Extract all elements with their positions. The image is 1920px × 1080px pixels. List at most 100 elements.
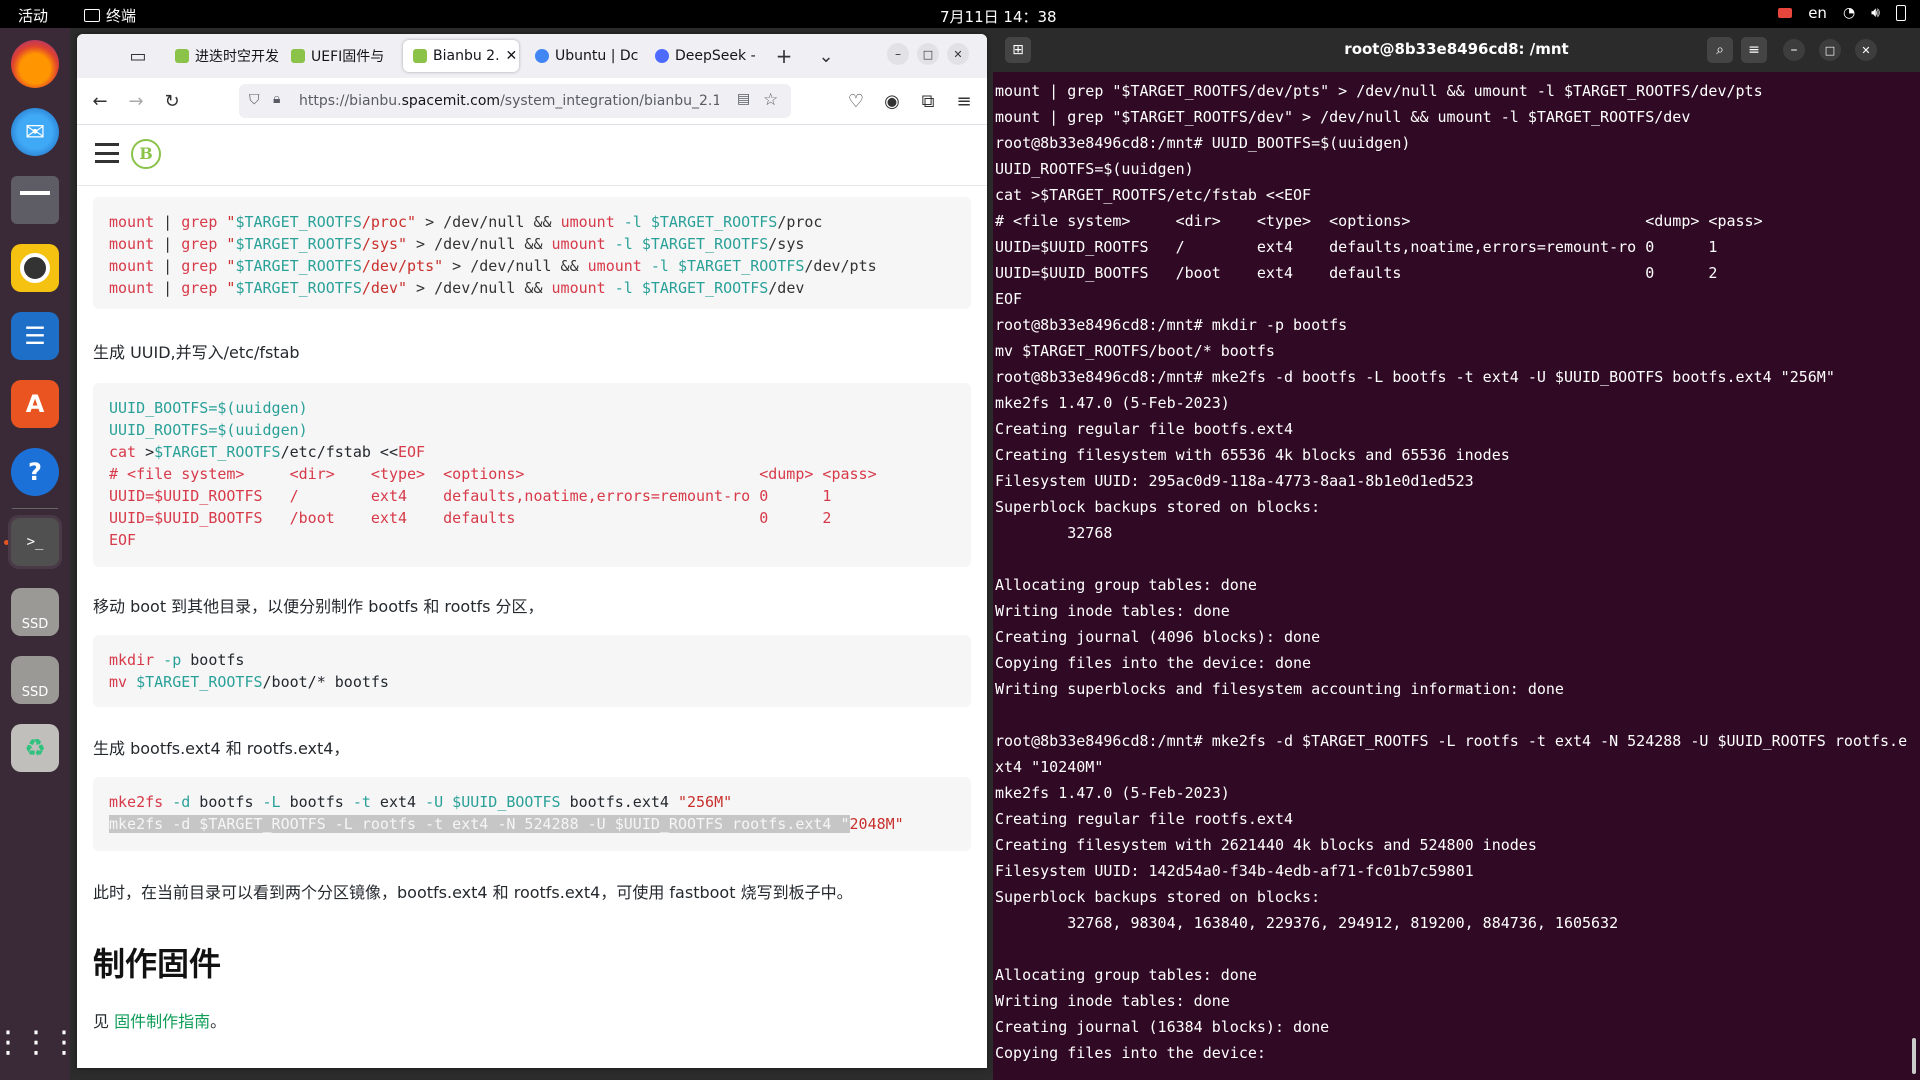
terminal-line: root@8b33e8496cd8:/mnt# mkdir -p bootfs [995,316,1348,334]
trash-icon[interactable]: ♻ [11,724,59,772]
code-token: /sys [768,235,805,253]
forward-icon[interactable]: → [123,88,149,114]
code-token: $TARGET_ROOTFS [235,257,362,275]
dock: ✉ ☰ A ? >_ SSD SSD ♻ ⋮⋮⋮ [0,28,79,1080]
tab-list-icon[interactable]: ▭ [125,43,151,69]
maximize-icon[interactable]: □ [917,43,939,65]
terminal-line: Filesystem UUID: 142d54a0-f34b-4edb-af71… [995,862,1474,880]
app-grid-icon[interactable]: ⋮⋮⋮ [0,1018,79,1066]
url-bar[interactable]: ⛉ 🔒︎ https://bianbu.spacemit.com/system_… [239,84,791,118]
activities-button[interactable]: 活动 [18,5,48,26]
code-token: -l [605,235,642,253]
system-tray[interactable]: en ◔ 🔊︎ [1778,4,1906,22]
code-token: -l [641,257,678,275]
code-string: "256M" [677,793,733,811]
terminal-title: root@8b33e8496cd8: /mnt [1344,40,1569,58]
text: 。 [210,1012,227,1031]
app-center-icon[interactable]: A [11,380,59,428]
thunderbird-icon[interactable]: ✉ [11,108,59,156]
terminal-output[interactable]: mount | grep "$TARGET_ROOTFS/dev/pts" > … [995,78,1910,1066]
terminal-line: 32768, 98304, 163840, 229376, 294912, 81… [995,914,1619,932]
minimize-icon[interactable]: – [887,43,909,65]
code-token: $TARGET_ROOTFS [641,279,769,297]
rhythmbox-icon[interactable] [11,244,59,292]
terminal-line: mke2fs 1.47.0 (5-Feb-2023) [995,394,1230,412]
code-token: $TARGET_ROOTFS [677,257,805,275]
code-keyword: cat [109,443,137,461]
code-var: $TARGET_ROOTFS [127,673,263,691]
paragraph: 生成 bootfs.ext4 和 rootfs.ext4， [93,739,350,758]
chevron-down-icon[interactable]: ⌄ [813,43,839,69]
hamburger-menu-icon[interactable] [95,143,119,163]
selected-text[interactable]: mke2fs -d $TARGET_ROOTFS -L rootfs -t ex… [109,815,850,833]
bookmark-star-icon[interactable]: ☆ [763,90,778,110]
terminal-icon[interactable]: >_ [8,515,62,569]
firefox-icon[interactable] [11,40,59,88]
tab-active[interactable]: Bianbu 2. ✕ [403,40,519,72]
clock[interactable]: 7月11日 14：38 [940,6,1057,27]
tab[interactable]: UEFI固件与 [281,40,397,72]
url-text[interactable]: https://bianbu.spacemit.com/system_integ… [299,93,719,109]
code-block-fstab: UUID_BOOTFS=$(uuidgen) UUID_ROOTFS=$(uui… [93,383,971,567]
code-token: $TARGET_ROOTFS [235,235,362,253]
code-flag: -U [425,793,444,811]
code-token: mount [109,279,155,297]
code-string: 2048M" [849,815,904,833]
new-tab-icon[interactable]: + [771,43,797,69]
close-icon[interactable]: ✕ [1855,39,1877,61]
tab-label: 进迭时空开发 [195,49,279,65]
files-icon[interactable] [11,176,59,224]
ssd-icon[interactable]: SSD [11,656,59,704]
ssd-icon[interactable]: SSD [11,588,59,636]
code-text: /etc/fstab << [280,443,398,461]
code-line: UUID=$UUID_BOOTFS /boot ext4 defaults 0 … [109,509,832,527]
lock-icon[interactable]: 🔒︎ [273,91,280,107]
search-icon[interactable]: ⌕ [1707,37,1733,63]
menu-icon[interactable]: ≡ [951,88,977,114]
code-text: > [136,443,155,461]
reader-view-icon[interactable]: ▤ [737,91,750,107]
code-keyword: EOF [398,443,426,461]
code-token: $TARGET_ROOTFS [650,213,778,231]
browser-window: ▭ 进迭时空开发 UEFI固件与 Bianbu 2. ✕ Ubuntu | Dc… [77,34,987,1068]
terminal-line: Copying files into the device: [995,1044,1266,1062]
extensions-icon[interactable]: ⧉ [915,88,941,114]
nav-bar: ← → ↻ ⛉ 🔒︎ https://bianbu.spacemit.com/s… [77,78,987,125]
paragraph: 移动 boot 到其他目录，以便分别制作 bootfs 和 rootfs 分区， [93,597,544,616]
reload-icon[interactable]: ↻ [159,88,185,114]
app-menu[interactable]: 终端 [84,5,136,26]
code-text: ext4 [370,793,426,811]
site-logo[interactable]: B [131,139,161,169]
back-icon[interactable]: ← [87,88,113,114]
minimize-icon[interactable]: – [1783,39,1805,61]
account-icon[interactable]: ◉ [879,88,905,114]
tab[interactable]: Ubuntu | Dc [525,40,641,72]
pocket-icon[interactable]: ♡ [843,88,869,114]
close-icon[interactable]: ✕ [947,43,969,65]
code-var: UUID_BOOTFS [109,399,209,417]
code-token: umount [560,213,615,231]
section-heading: 制作固件 [93,945,222,983]
lang-indicator[interactable]: en [1808,4,1827,22]
help-icon[interactable]: ? [11,448,59,496]
menu-icon[interactable]: ≡ [1741,37,1767,63]
shield-icon[interactable]: ⛉ [249,92,260,108]
code-token: > /dev/null && [407,235,552,253]
terminal-line: Allocating group tables: done [995,576,1257,594]
code-token: > /dev/null && [443,257,588,275]
text: 见 [93,1012,115,1031]
maximize-icon[interactable]: □ [1819,39,1841,61]
favicon-icon [535,49,549,63]
firmware-guide-link[interactable]: 固件制作指南 [114,1012,210,1031]
terminal-line: cat >$TARGET_ROOTFS/etc/fstab <<EOF [995,186,1312,204]
scrollbar[interactable] [1912,1038,1916,1074]
writer-icon[interactable]: ☰ [11,312,59,360]
tab[interactable]: 进迭时空开发 [165,40,281,72]
screen-record-icon[interactable] [1778,8,1793,18]
tab[interactable]: DeepSeek - [645,40,761,72]
terminal-line: Creating journal (16384 blocks): done [995,1018,1330,1036]
tab-label: UEFI固件与 [311,49,385,65]
close-tab-icon[interactable]: ✕ [506,48,518,64]
terminal-line: Creating journal (4096 blocks): done [995,628,1321,646]
